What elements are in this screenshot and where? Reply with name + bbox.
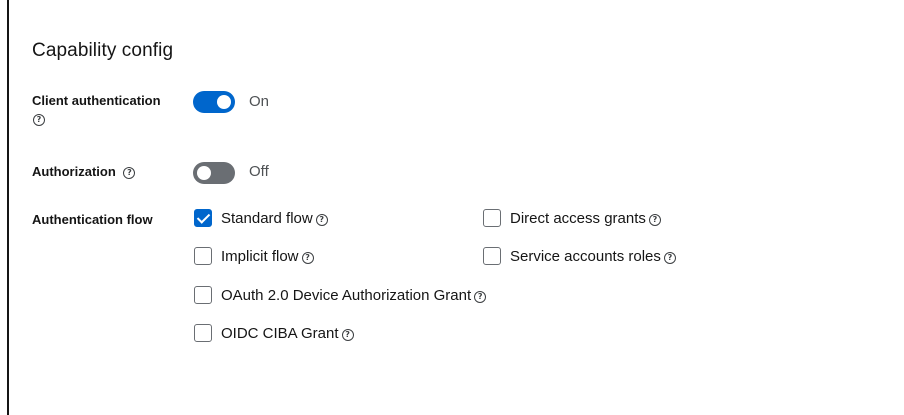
implicit-flow-label: Implicit flow bbox=[221, 247, 299, 265]
client-authentication-toggle[interactable] bbox=[193, 91, 235, 113]
client-authentication-label-text: Client authentication bbox=[32, 93, 161, 108]
service-accounts-roles-label: Service accounts roles bbox=[510, 247, 661, 265]
standard-flow-checkbox[interactable] bbox=[194, 209, 212, 227]
direct-access-grants-checkbox[interactable] bbox=[483, 209, 501, 227]
authorization-toggle[interactable] bbox=[193, 162, 235, 184]
authorization-label: Authorization ? bbox=[32, 164, 136, 179]
client-authentication-state: On bbox=[249, 93, 270, 110]
left-border bbox=[7, 0, 9, 415]
client-authentication-label: Client authentication bbox=[32, 93, 161, 108]
implicit-flow-help-icon[interactable]: ? bbox=[301, 251, 314, 264]
oidc-ciba-grant-option[interactable]: OIDC CIBA Grant ? bbox=[194, 324, 354, 342]
service-accounts-roles-help-icon[interactable]: ? bbox=[663, 251, 676, 264]
authorization-label-text: Authorization bbox=[32, 164, 116, 179]
authorization-help-icon[interactable]: ? bbox=[123, 166, 136, 179]
toggle-knob bbox=[197, 166, 211, 180]
toggle-knob bbox=[217, 95, 231, 109]
authentication-flow-label: Authentication flow bbox=[32, 212, 153, 227]
authorization-state: Off bbox=[249, 163, 269, 180]
section-title: Capability config bbox=[32, 40, 174, 61]
oidc-ciba-grant-checkbox[interactable] bbox=[194, 324, 212, 342]
oauth-device-grant-label: OAuth 2.0 Device Authorization Grant bbox=[221, 286, 472, 304]
oauth-device-grant-checkbox[interactable] bbox=[194, 286, 212, 304]
direct-access-grants-label: Direct access grants bbox=[510, 209, 646, 227]
standard-flow-help-icon[interactable]: ? bbox=[315, 213, 328, 226]
service-accounts-roles-checkbox[interactable] bbox=[483, 247, 501, 265]
oidc-ciba-grant-help-icon[interactable]: ? bbox=[341, 328, 354, 341]
direct-access-grants-option[interactable]: Direct access grants ? bbox=[483, 209, 661, 227]
implicit-flow-checkbox[interactable] bbox=[194, 247, 212, 265]
standard-flow-option[interactable]: Standard flow ? bbox=[194, 209, 328, 227]
implicit-flow-option[interactable]: Implicit flow ? bbox=[194, 247, 314, 265]
service-accounts-roles-option[interactable]: Service accounts roles ? bbox=[483, 247, 676, 265]
client-authentication-help-icon[interactable]: ? bbox=[33, 114, 45, 126]
oauth-device-grant-help-icon[interactable]: ? bbox=[474, 290, 487, 303]
standard-flow-label: Standard flow bbox=[221, 209, 313, 227]
oauth-device-grant-option[interactable]: OAuth 2.0 Device Authorization Grant ? bbox=[194, 286, 487, 304]
oidc-ciba-grant-label: OIDC CIBA Grant bbox=[221, 324, 339, 342]
direct-access-grants-help-icon[interactable]: ? bbox=[648, 213, 661, 226]
